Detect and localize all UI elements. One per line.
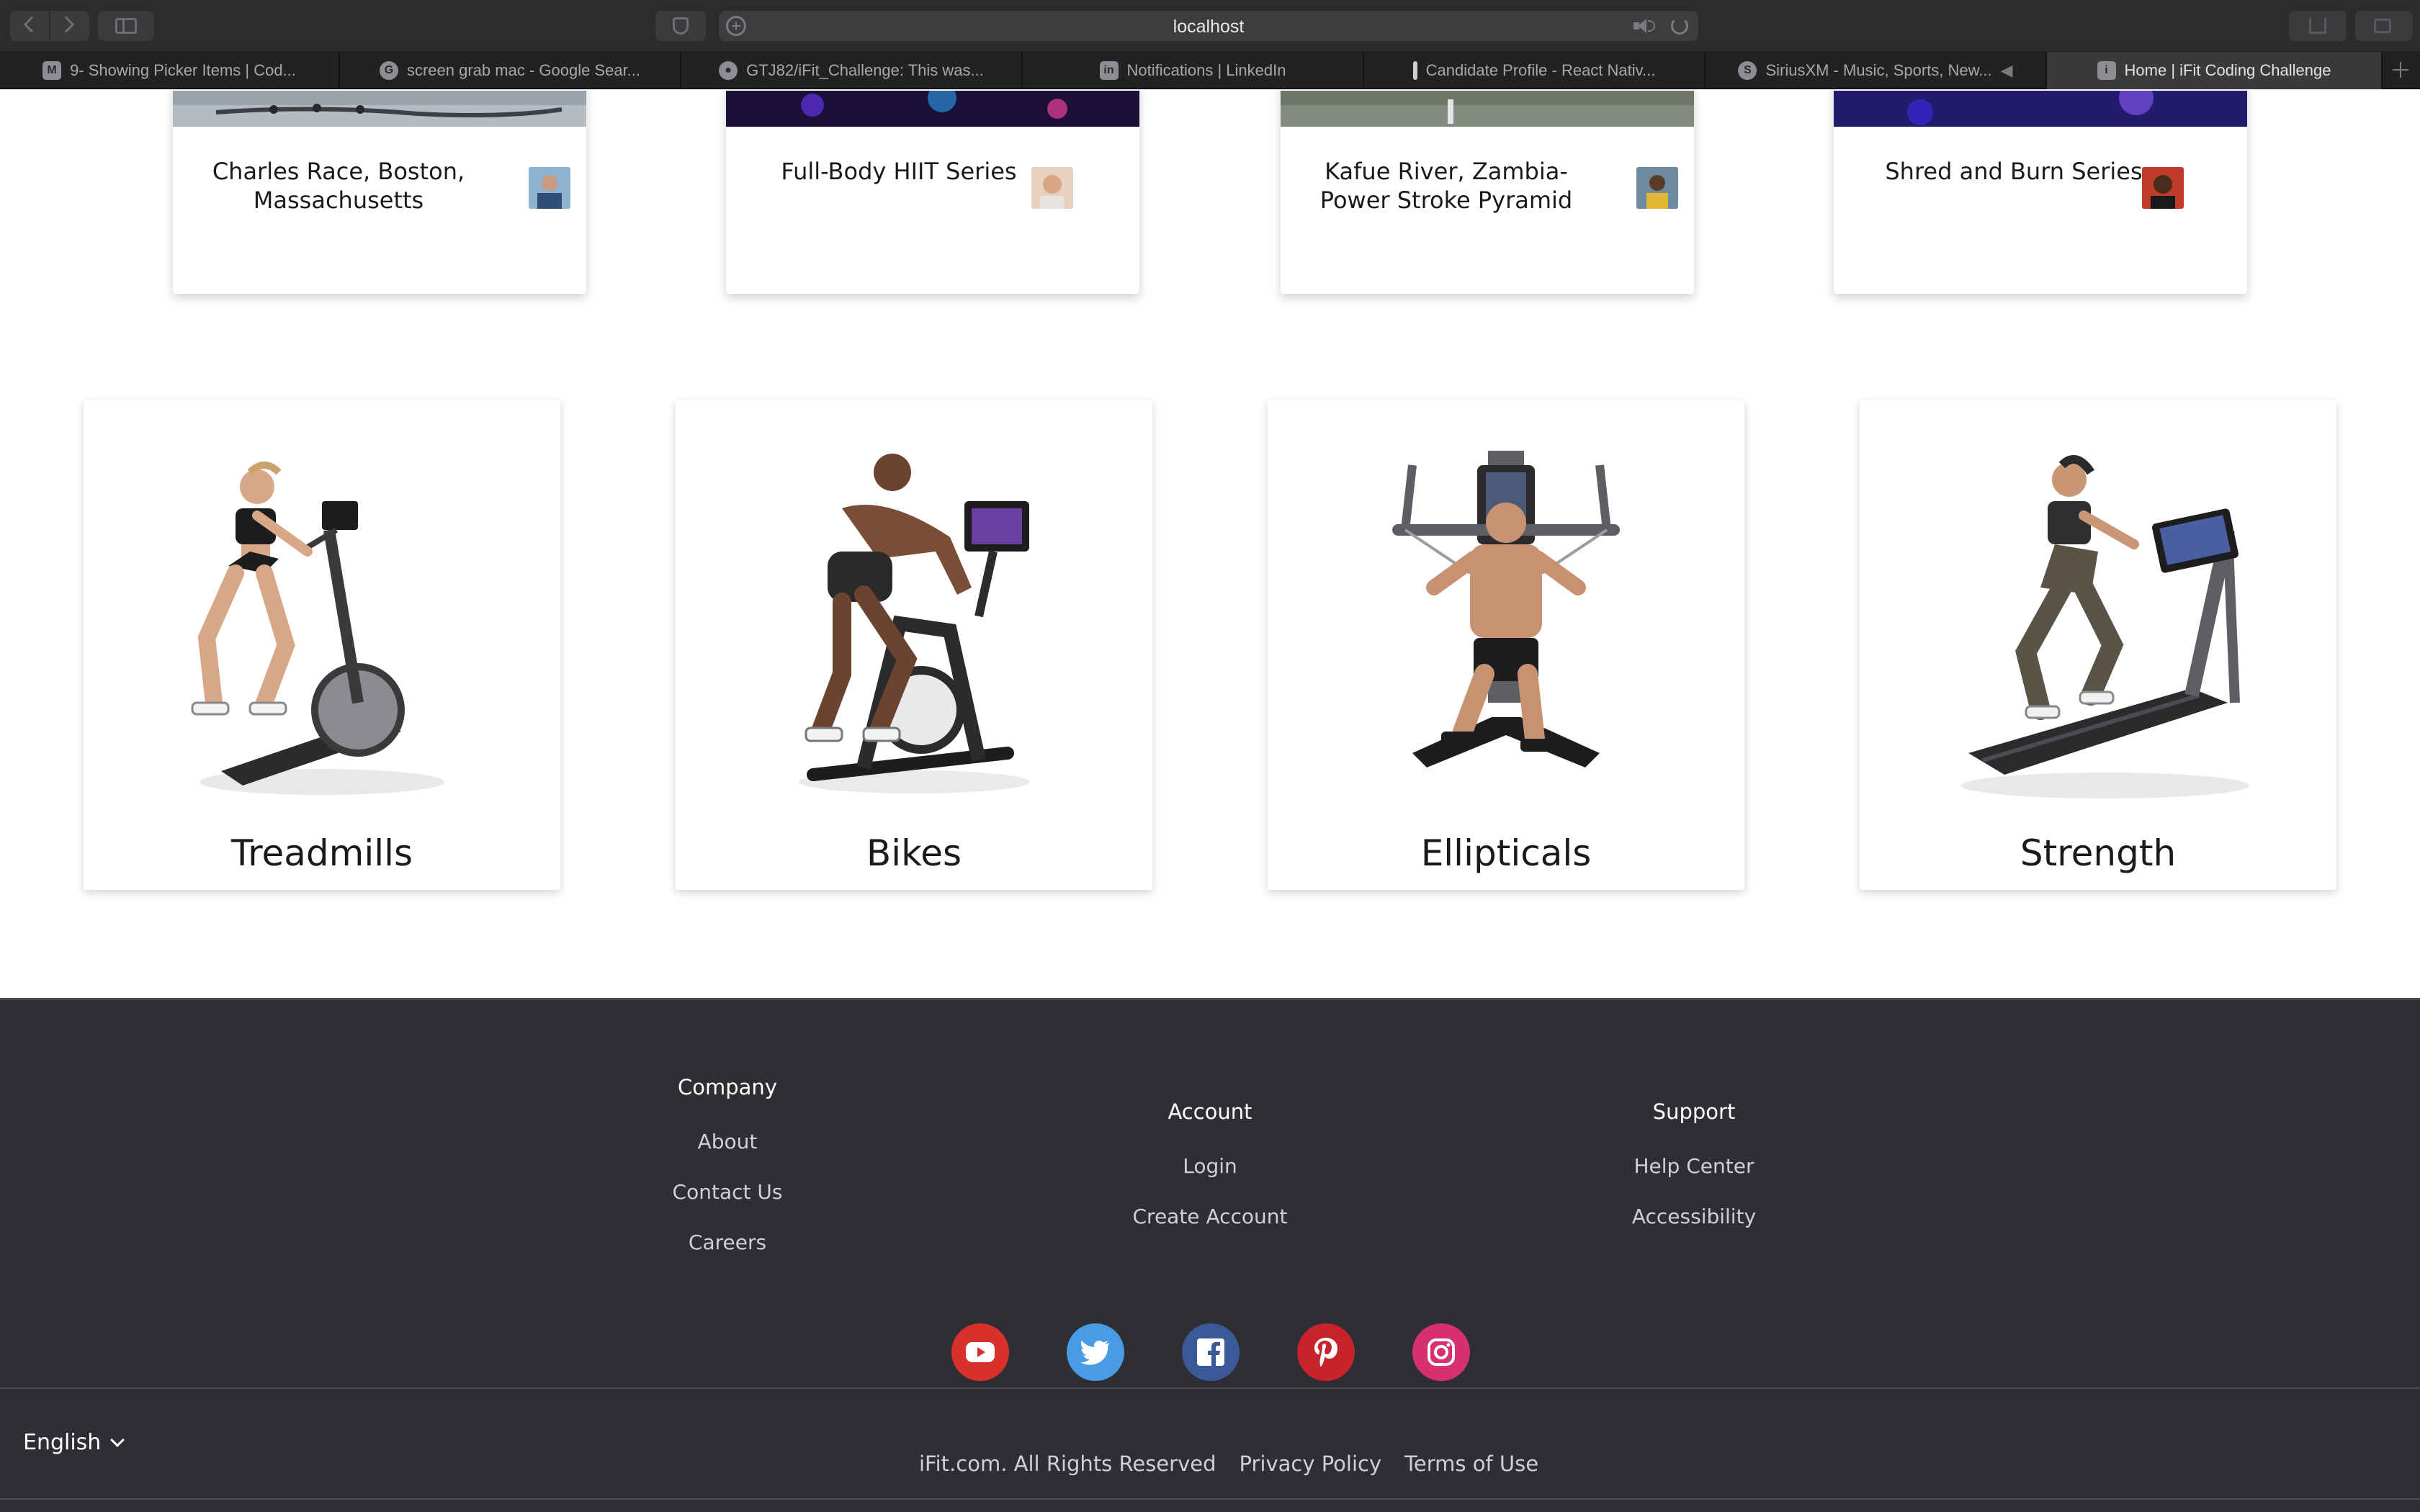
workout-card[interactable]: Full-Body HIIT Series	[726, 91, 1139, 294]
tab-mosh[interactable]: M 9- Showing Picker Items | Cod...	[0, 52, 340, 89]
github-icon: ●	[719, 61, 738, 80]
show-tabs-button[interactable]	[2355, 11, 2413, 41]
elliptical-image	[191, 462, 444, 795]
footer-link-contact-us[interactable]: Contact Us	[576, 1180, 879, 1204]
workout-title: Full-Body HIIT Series	[781, 158, 1017, 185]
language-label: English	[23, 1430, 102, 1455]
workout-card[interactable]: Shred and Burn Series	[1834, 91, 2247, 294]
workout-image	[1281, 91, 1694, 127]
strength-machine-image	[1392, 451, 1620, 768]
tab-label: screen grab mac - Google Sear...	[406, 61, 641, 79]
privacy-report-button[interactable]	[655, 11, 706, 41]
twitter-icon[interactable]	[1067, 1323, 1124, 1381]
footer-divider	[0, 1498, 2420, 1500]
address-text: localhost	[1173, 17, 1245, 37]
chevron-down-icon	[110, 1432, 125, 1447]
back-button[interactable]	[10, 11, 49, 41]
footer-link-careers[interactable]: Careers	[576, 1230, 879, 1254]
footer-heading: Company	[678, 1075, 777, 1099]
workout-title: Kafue River, Zambia- Power Stroke Pyrami…	[1319, 158, 1573, 214]
equipment-label: Strength	[2020, 832, 2177, 874]
pinterest-icon[interactable]	[1297, 1323, 1355, 1381]
tab-linkedin[interactable]: in Notifications | LinkedIn	[1023, 52, 1364, 89]
bike-image	[799, 454, 1029, 793]
tab-github[interactable]: ● GTJ82/iFit_Challenge: This was...	[681, 52, 1023, 89]
language-selector[interactable]: English	[23, 1430, 125, 1455]
tab-label: Home | iFit Coding Challenge	[2124, 61, 2331, 79]
footer-heading: Support	[1652, 1099, 1736, 1124]
workout-title: Charles Race, Boston, Massachusetts	[212, 158, 465, 214]
copyright-text: iFit.com. All Rights Reserved	[919, 1452, 1216, 1476]
tab-siriusxm[interactable]: S SiriusXM - Music, Sports, New... ◀	[1706, 52, 2047, 89]
pin-icon	[1412, 61, 1417, 80]
footer-heading: Account	[1168, 1099, 1252, 1124]
treadmill-image	[1961, 455, 2249, 798]
speaker-icon[interactable]	[1634, 19, 1655, 33]
share-button[interactable]	[2289, 11, 2347, 41]
equipment-label: Ellipticals	[1420, 832, 1592, 874]
footer-account-column: Account Login Create Account	[1059, 1099, 1361, 1255]
tab-google[interactable]: G screen grab mac - Google Sear...	[340, 52, 681, 89]
trainer-avatar	[529, 167, 570, 209]
tab-candidate[interactable]: Candidate Profile - React Nativ...	[1364, 52, 1706, 89]
equipment-card-treadmills[interactable]: Treadmills	[84, 400, 560, 890]
equipment-label: Treadmills	[230, 832, 413, 874]
terms-of-use-link[interactable]: Terms of Use	[1404, 1452, 1538, 1476]
chevron-right-icon	[58, 16, 75, 33]
equipment-card-ellipticals[interactable]: Ellipticals	[1268, 400, 1744, 890]
equipment-label: Bikes	[866, 832, 962, 874]
tab-label: 9- Showing Picker Items | Cod...	[70, 61, 296, 79]
footer-company-column: Company About Contact Us Careers	[576, 1075, 879, 1281]
facebook-icon[interactable]	[1182, 1323, 1240, 1381]
privacy-policy-link[interactable]: Privacy Policy	[1240, 1452, 1382, 1476]
share-icon	[2309, 18, 2326, 34]
siriusxm-icon: S	[1738, 61, 1757, 80]
footer-support-column: Support Help Center Accessibility	[1543, 1099, 1845, 1255]
sidebar-toggle-button[interactable]	[98, 11, 154, 41]
equipment-card-bikes[interactable]: Bikes	[676, 400, 1152, 890]
equipment-card-strength[interactable]: Strength	[1860, 400, 2336, 890]
tab-bar: M 9- Showing Picker Items | Cod... G scr…	[0, 52, 2420, 89]
tabs-icon	[2374, 19, 2391, 33]
tab-label: Notifications | LinkedIn	[1126, 61, 1286, 79]
speaker-icon[interactable]: ◀	[2001, 61, 2013, 80]
page-content: Charles Race, Boston, Massachusetts Full…	[0, 91, 2420, 1512]
workout-image	[726, 91, 1139, 127]
tab-label: GTJ82/iFit_Challenge: This was...	[746, 61, 984, 79]
footer-legal: iFit.com. All Rights Reserved Privacy Po…	[919, 1452, 1538, 1476]
browser-toolbar: localhost	[0, 0, 2420, 52]
footer-link-accessibility[interactable]: Accessibility	[1543, 1205, 1845, 1228]
new-tab-button[interactable]	[2390, 59, 2411, 81]
footer-link-about[interactable]: About	[576, 1130, 879, 1153]
linkedin-icon: in	[1099, 61, 1119, 80]
reload-icon[interactable]	[1671, 17, 1688, 35]
address-bar[interactable]: localhost	[719, 11, 1698, 41]
footer-link-create-account[interactable]: Create Account	[1059, 1205, 1361, 1228]
site-footer: Company About Contact Us Careers Account…	[0, 998, 2420, 1512]
tab-label: SiriusXM - Music, Sports, New...	[1765, 61, 1992, 79]
ifit-icon: i	[2097, 61, 2116, 80]
trainer-avatar	[1636, 167, 1678, 209]
footer-link-login[interactable]: Login	[1059, 1154, 1361, 1178]
tab-label: Candidate Profile - React Nativ...	[1425, 61, 1656, 79]
sidebar-icon	[115, 18, 137, 34]
instagram-icon[interactable]	[1412, 1323, 1470, 1381]
workout-image	[1834, 91, 2247, 127]
footer-divider	[0, 1387, 2420, 1389]
chevron-left-icon	[23, 16, 40, 33]
google-icon: G	[379, 61, 398, 80]
forward-button[interactable]	[50, 11, 89, 41]
workout-image	[173, 91, 586, 127]
youtube-icon[interactable]	[951, 1323, 1009, 1381]
workout-card[interactable]: Charles Race, Boston, Massachusetts	[173, 91, 586, 294]
trainer-avatar	[1031, 167, 1073, 209]
shield-icon	[673, 17, 689, 35]
trainer-avatar	[2142, 167, 2184, 209]
footer-link-help-center[interactable]: Help Center	[1543, 1154, 1845, 1178]
tab-ifit[interactable]: i Home | iFit Coding Challenge	[2047, 52, 2383, 89]
mosh-icon: M	[42, 61, 62, 80]
workout-title: Shred and Burn Series	[1885, 158, 2143, 185]
workout-card[interactable]: Kafue River, Zambia- Power Stroke Pyrami…	[1281, 91, 1694, 294]
